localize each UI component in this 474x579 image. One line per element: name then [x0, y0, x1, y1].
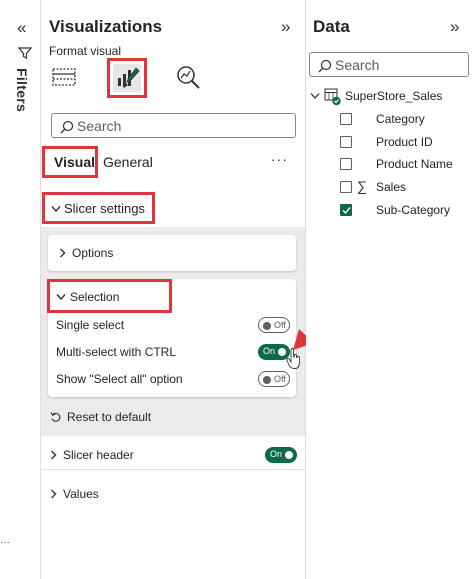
sigma-icon: ∑ — [357, 178, 367, 194]
values-row[interactable]: Values — [41, 479, 305, 509]
table-icon — [324, 88, 341, 106]
chevron-down-icon — [51, 206, 61, 213]
slicer-settings-header[interactable]: Slicer settings — [42, 192, 155, 224]
visualizations-title: Visualizations — [49, 17, 163, 36]
field-label: Sales — [376, 180, 407, 194]
chevron-right-icon — [51, 450, 57, 460]
field-sub-category[interactable]: Sub-Category — [340, 203, 470, 221]
toggle-on-text: On — [263, 346, 276, 356]
visualizations-pane: Visualizations » Format visual Search Vi… — [41, 0, 306, 579]
viz-search-box[interactable]: Search — [51, 113, 296, 138]
toggle-knob — [285, 451, 293, 459]
field-label: Category — [376, 112, 425, 126]
data-title: Data — [313, 17, 350, 36]
build-visual-button[interactable] — [51, 64, 77, 90]
checkmark-icon — [342, 207, 351, 215]
analytics-magnifier-icon — [177, 66, 200, 89]
checkbox-checked[interactable] — [340, 204, 352, 216]
slicer-header-toggle[interactable]: On — [265, 447, 297, 463]
checkbox[interactable] — [340, 113, 352, 125]
tab-visual[interactable]: Visual — [42, 146, 98, 178]
options-card[interactable]: Options — [48, 235, 296, 271]
chevron-right-icon — [51, 489, 57, 499]
table-superstore-sales[interactable]: SuperStore_Sales — [310, 87, 470, 107]
reset-icon — [50, 412, 61, 422]
viz-search-placeholder: Search — [77, 118, 122, 134]
toggle-on-text: On — [270, 449, 283, 459]
analytics-button[interactable] — [175, 64, 201, 90]
format-visual-label: Format visual — [49, 44, 122, 58]
slicer-settings-label: Slicer settings — [64, 201, 145, 216]
expand-visualizations-icon[interactable]: » — [281, 17, 290, 37]
search-icon — [60, 120, 74, 134]
expand-data-icon[interactable]: » — [450, 17, 459, 37]
tab-general[interactable]: General — [103, 154, 153, 170]
slicer-header-row[interactable]: Slicer header On — [41, 440, 305, 470]
chevron-down-icon — [56, 294, 66, 301]
single-select-label: Single select — [56, 318, 125, 332]
slicer-settings-body: Options Selection Single select Off Mult… — [41, 227, 305, 436]
toggle-knob — [263, 322, 271, 330]
format-visual-button[interactable] — [107, 58, 147, 98]
checkbox[interactable] — [340, 136, 352, 148]
more-options-icon[interactable]: ··· — [271, 151, 288, 167]
field-product-id[interactable]: Product ID — [340, 135, 470, 153]
field-product-name[interactable]: Product Name — [340, 157, 470, 175]
multi-select-label: Multi-select with CTRL — [56, 345, 177, 359]
drag-dots-icon: ··· — [0, 537, 10, 548]
chevron-down-icon — [310, 93, 320, 99]
format-paintbrush-icon — [118, 67, 140, 88]
reset-label: Reset to default — [67, 410, 152, 424]
filter-funnel-icon — [18, 47, 32, 59]
data-search-placeholder: Search — [335, 57, 380, 73]
chevron-right-icon — [60, 248, 66, 258]
build-visual-icon — [52, 68, 76, 86]
data-search-box[interactable]: Search — [309, 52, 469, 77]
slicer-header-label: Slicer header — [63, 448, 134, 462]
checkbox[interactable] — [340, 181, 352, 193]
selection-header[interactable]: Selection — [47, 279, 172, 313]
field-label: Sub-Category — [376, 203, 451, 217]
filters-label[interactable]: Filters — [14, 68, 30, 112]
table-name-label: SuperStore_Sales — [345, 89, 443, 103]
data-pane: Data » Search SuperStore_Sales Category … — [306, 0, 474, 579]
collapse-filters-icon[interactable]: « — [17, 18, 26, 38]
filters-pane: « Filters ··· — [0, 0, 41, 579]
field-sales[interactable]: ∑ Sales — [340, 178, 470, 198]
show-select-all-label: Show "Select all" option — [56, 372, 183, 386]
tab-visual-label: Visual — [54, 154, 95, 170]
values-label: Values — [63, 487, 99, 501]
hand-cursor-icon — [286, 348, 300, 369]
field-label: Product Name — [376, 157, 453, 171]
options-label: Options — [72, 246, 114, 260]
reset-to-default-button[interactable]: Reset to default — [50, 409, 200, 427]
selection-card: Selection Single select Off Multi-select… — [47, 279, 296, 397]
field-label: Product ID — [376, 135, 433, 149]
checkbox[interactable] — [340, 158, 352, 170]
selection-label: Selection — [70, 290, 120, 304]
field-category[interactable]: Category — [340, 112, 470, 130]
toggle-knob — [263, 376, 271, 384]
search-icon — [318, 59, 332, 73]
